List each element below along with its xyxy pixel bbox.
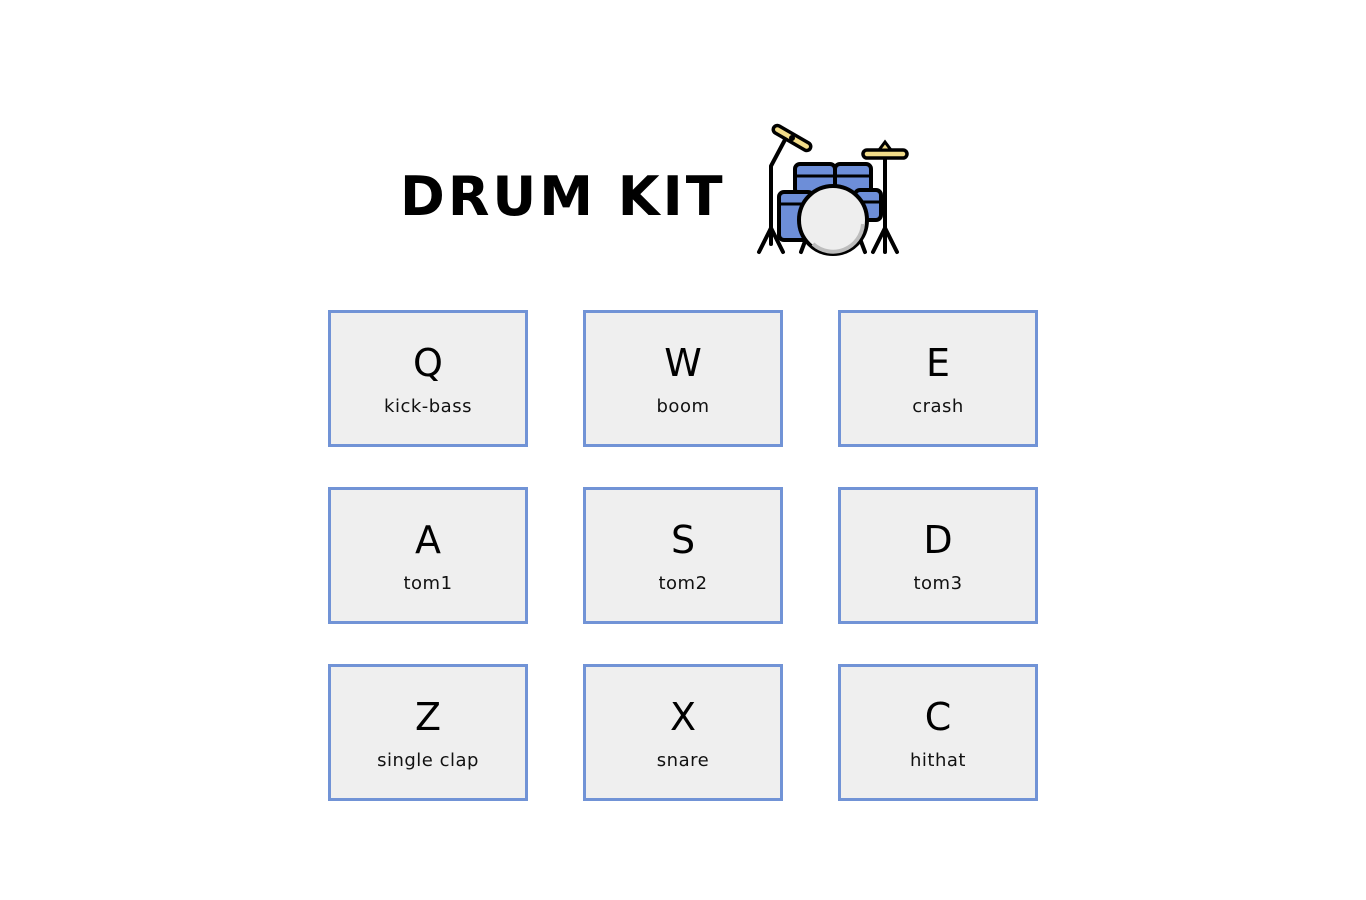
drum-pad-c[interactable]: C hithat (838, 664, 1038, 801)
drum-kit-icon (757, 123, 909, 256)
pad-sound-label: single clap (377, 750, 479, 771)
drum-pad-grid: Q kick-bass W boom E crash A tom1 S tom2… (328, 310, 1038, 801)
pad-key-label: W (664, 341, 702, 385)
pad-sound-label: tom1 (403, 573, 453, 594)
pad-sound-label: tom2 (658, 573, 708, 594)
pad-key-label: D (923, 518, 953, 562)
pad-sound-label: kick-bass (384, 396, 472, 417)
pad-key-label: S (670, 518, 696, 562)
drum-pad-q[interactable]: Q kick-bass (328, 310, 528, 447)
pad-sound-label: snare (656, 750, 710, 771)
pad-key-label: A (415, 518, 441, 562)
drum-pad-z[interactable]: Z single clap (328, 664, 528, 801)
drum-pad-e[interactable]: E crash (838, 310, 1038, 447)
pad-key-label: X (669, 695, 697, 739)
header: DRUM KIT (0, 110, 1366, 260)
drum-pad-s[interactable]: S tom2 (583, 487, 783, 624)
pad-key-label: E (925, 341, 950, 385)
drum-pad-x[interactable]: X snare (583, 664, 783, 801)
page-title: DRUM KIT (400, 165, 726, 228)
drum-pad-d[interactable]: D tom3 (838, 487, 1038, 624)
pad-key-label: C (924, 695, 952, 739)
drum-pad-w[interactable]: W boom (583, 310, 783, 447)
pad-key-label: Z (414, 695, 442, 739)
pad-sound-label: crash (912, 396, 964, 417)
pad-sound-label: hithat (910, 750, 966, 771)
pad-sound-label: tom3 (913, 573, 963, 594)
pad-key-label: Q (413, 341, 443, 385)
pad-sound-label: boom (656, 396, 710, 417)
drum-pad-a[interactable]: A tom1 (328, 487, 528, 624)
